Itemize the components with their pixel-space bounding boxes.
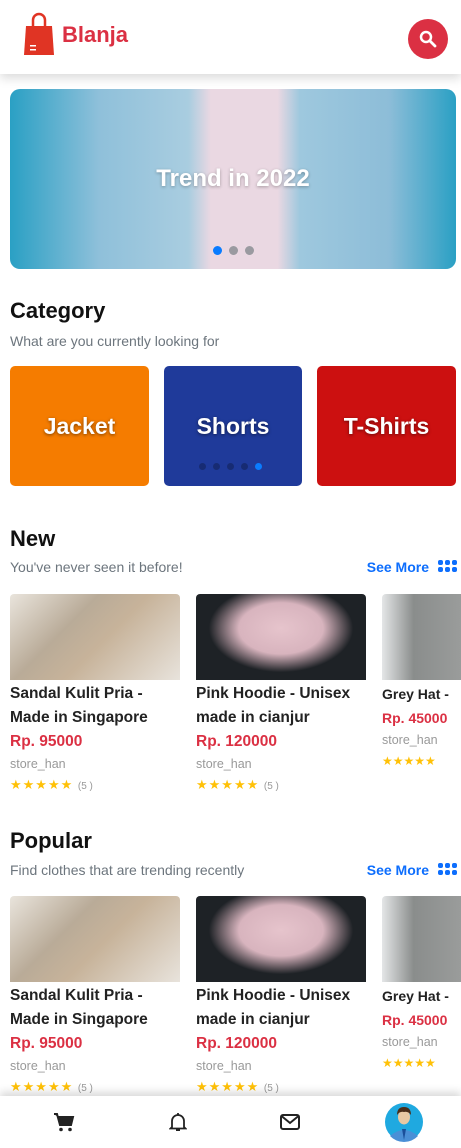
rating-stars: ★★★★★: [382, 1056, 436, 1070]
brand-name[interactable]: Blanja: [62, 22, 128, 48]
new-see-more-link[interactable]: See More: [367, 559, 429, 575]
review-count: (5 ): [77, 781, 93, 792]
product-image[interactable]: [10, 594, 180, 680]
promo-banner[interactable]: Trend in 2022: [10, 89, 456, 269]
review-count: (5 ): [77, 1083, 93, 1094]
product-image[interactable]: [10, 896, 180, 982]
product-store: store_han: [382, 733, 438, 747]
product-card[interactable]: Sandal Kulit Pria - Made in Singapore Rp…: [10, 594, 180, 798]
category-subtitle: What are you currently looking for: [10, 333, 220, 349]
search-icon: [419, 30, 437, 48]
product-store: store_han: [382, 1035, 438, 1049]
product-image[interactable]: [382, 594, 461, 680]
product-price: Rp. 45000: [382, 710, 448, 726]
product-name[interactable]: Pink Hoodie - Unisex made in cianjur: [196, 984, 366, 1032]
product-image[interactable]: [196, 896, 366, 982]
rating-stars: ★★★★★: [382, 754, 436, 768]
category-indicators: [199, 463, 262, 470]
product-name[interactable]: Grey Hat -: [382, 682, 461, 706]
product-card[interactable]: Sandal Kulit Pria - Made in Singapore Rp…: [10, 896, 180, 1100]
banner-dot[interactable]: [212, 246, 222, 255]
product-name[interactable]: Grey Hat -: [382, 984, 461, 1008]
product-name[interactable]: Sandal Kulit Pria - Made in Singapore: [10, 682, 180, 730]
category-label: Jacket: [43, 412, 116, 439]
new-title: New: [10, 526, 56, 551]
banner-title: Trend in 2022: [156, 165, 310, 192]
product-name[interactable]: Pink Hoodie - Unisex made in cianjur: [196, 682, 366, 730]
popular-title: Popular: [10, 828, 92, 853]
category-jacket[interactable]: Jacket: [10, 366, 149, 486]
category-dot[interactable]: [227, 463, 234, 470]
product-card[interactable]: Grey Hat - Rp. 45000 store_han ★★★★★: [382, 896, 461, 1076]
category-dot[interactable]: [213, 463, 220, 470]
mail-icon[interactable]: [280, 1114, 300, 1130]
product-price: Rp. 95000: [10, 1035, 83, 1052]
cart-icon[interactable]: [53, 1112, 75, 1132]
avatar[interactable]: [384, 1102, 424, 1142]
review-count: (5 ): [263, 781, 279, 792]
banner-dot[interactable]: [244, 246, 254, 255]
category-title: Category: [10, 298, 106, 323]
category-dot[interactable]: [255, 463, 262, 470]
new-subtitle: You've never seen it before!: [10, 559, 183, 575]
search-button[interactable]: [408, 19, 448, 59]
category-label: Shorts: [196, 412, 270, 439]
review-count: (5 ): [263, 1083, 279, 1094]
category-dot[interactable]: [241, 463, 248, 470]
bottom-nav: [0, 1096, 461, 1148]
rating-stars: ★★★★★ (5 ): [10, 777, 93, 792]
banner-dot[interactable]: [228, 246, 238, 255]
product-store: store_han: [196, 757, 252, 771]
grid-icon[interactable]: [438, 863, 457, 875]
product-store: store_han: [10, 757, 66, 771]
product-card[interactable]: Pink Hoodie - Unisex made in cianjur Rp.…: [196, 594, 366, 798]
product-price: Rp. 120000: [196, 733, 277, 750]
popular-see-more-link[interactable]: See More: [367, 862, 429, 878]
product-store: store_han: [10, 1059, 66, 1073]
shopping-bag-icon[interactable]: [23, 12, 55, 56]
banner-indicators: [10, 246, 456, 255]
category-dot[interactable]: [199, 463, 206, 470]
product-price: Rp. 120000: [196, 1035, 277, 1052]
category-tshirts[interactable]: T-Shirts: [317, 366, 456, 486]
product-card[interactable]: Pink Hoodie - Unisex made in cianjur Rp.…: [196, 896, 366, 1100]
grid-icon[interactable]: [438, 560, 457, 572]
popular-subtitle: Find clothes that are trending recently: [10, 862, 245, 878]
product-image[interactable]: [196, 594, 366, 680]
product-image[interactable]: [382, 896, 461, 982]
app-header: Blanja: [0, 0, 461, 74]
product-card[interactable]: Grey Hat - Rp. 45000 store_han ★★★★★: [382, 594, 461, 774]
product-store: store_han: [196, 1059, 252, 1073]
product-price: Rp. 95000: [10, 733, 83, 750]
rating-stars: ★★★★★ (5 ): [196, 777, 279, 792]
product-name[interactable]: Sandal Kulit Pria - Made in Singapore: [10, 984, 180, 1032]
product-price: Rp. 45000: [382, 1012, 448, 1028]
bell-icon[interactable]: [169, 1112, 187, 1132]
category-label: T-Shirts: [343, 412, 430, 439]
